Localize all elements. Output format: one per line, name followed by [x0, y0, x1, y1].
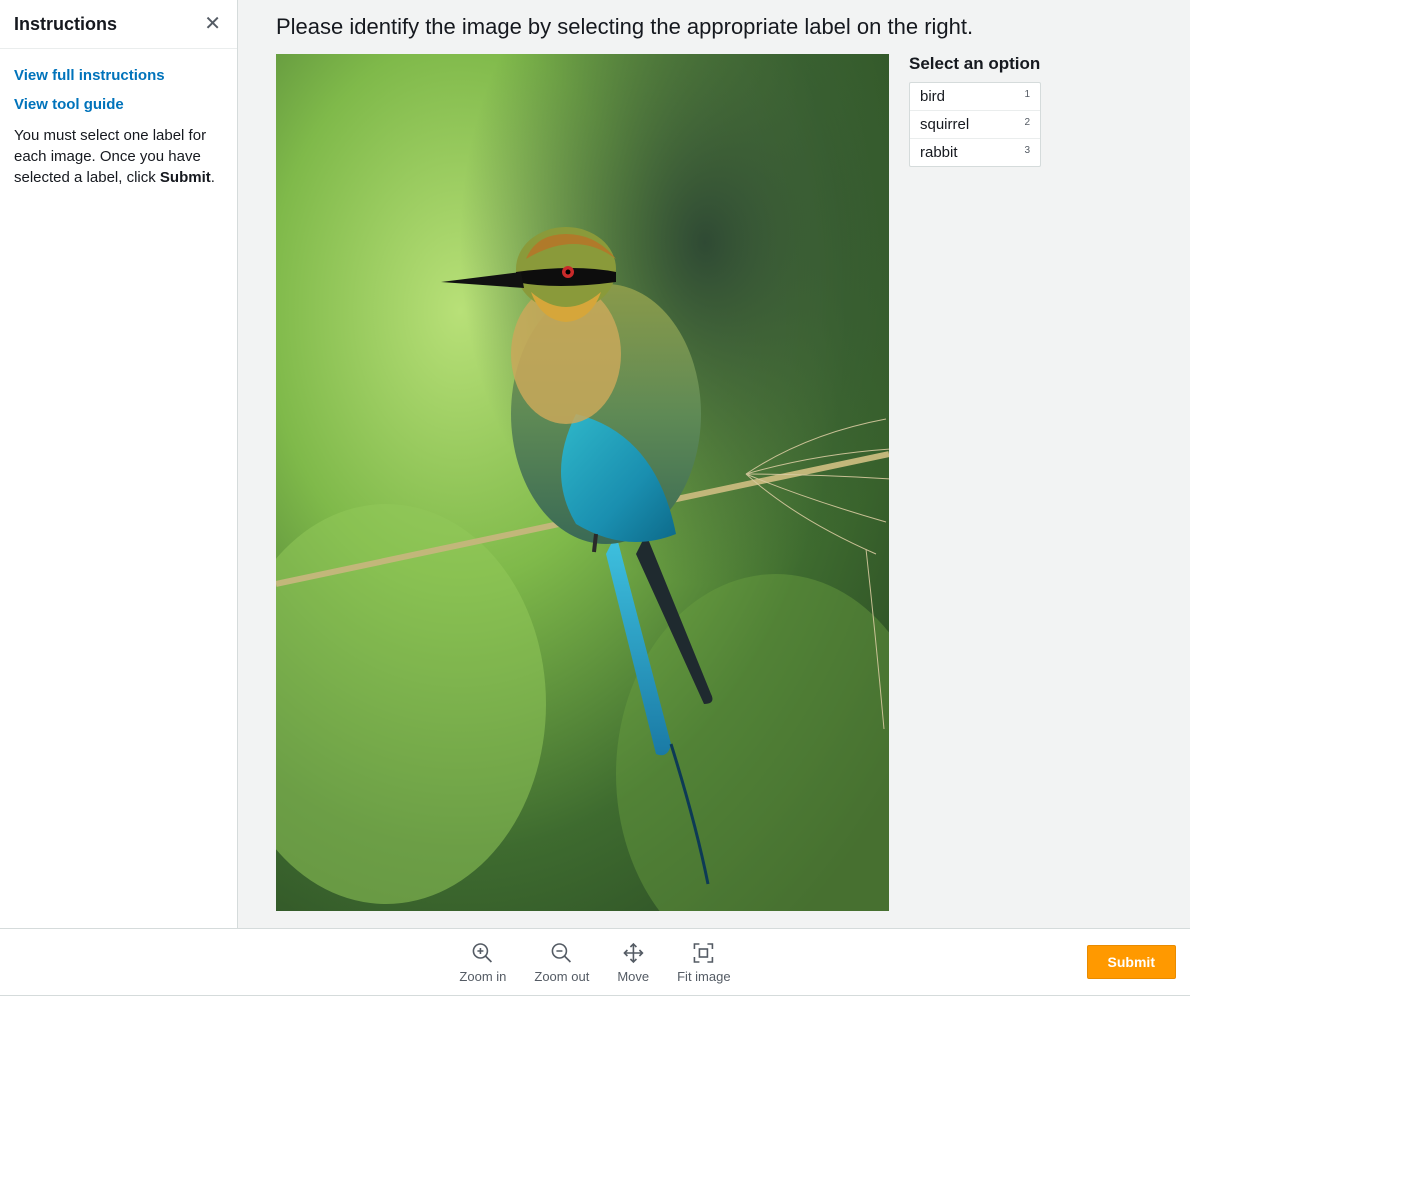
move-icon — [621, 941, 645, 965]
zoom-in-button[interactable]: Zoom in — [459, 941, 506, 984]
zoom-out-button[interactable]: Zoom out — [534, 941, 589, 984]
fit-image-icon — [692, 941, 716, 965]
move-button[interactable]: Move — [617, 941, 649, 984]
option-squirrel[interactable]: squirrel 2 — [910, 110, 1040, 138]
view-tool-guide-link[interactable]: View tool guide — [14, 96, 223, 113]
close-icon[interactable]: ✕ — [202, 12, 223, 36]
submit-button[interactable]: Submit — [1087, 945, 1176, 979]
view-full-instructions-link[interactable]: View full instructions — [14, 67, 223, 84]
zoom-out-icon — [550, 941, 574, 965]
instructions-title: Instructions — [14, 14, 117, 35]
options-title: Select an option — [909, 54, 1041, 74]
task-heading: Please identify the image by selecting t… — [276, 14, 1168, 40]
instructions-sidebar: Instructions ✕ View full instructions Vi… — [0, 0, 238, 928]
task-image[interactable] — [276, 54, 889, 911]
instructions-body: You must select one label for each image… — [14, 125, 223, 188]
footer-toolbar: Zoom in Zoom out Move — [0, 928, 1190, 995]
option-label: bird — [920, 88, 945, 105]
option-label: rabbit — [920, 144, 958, 161]
zoom-in-icon — [471, 941, 495, 965]
option-hotkey: 2 — [1024, 117, 1030, 128]
options-list: bird 1 squirrel 2 rabbit 3 — [909, 82, 1041, 167]
option-hotkey: 1 — [1024, 89, 1030, 100]
option-hotkey: 3 — [1024, 145, 1030, 156]
option-label: squirrel — [920, 116, 969, 133]
option-bird[interactable]: bird 1 — [910, 83, 1040, 110]
fit-image-button[interactable]: Fit image — [677, 941, 730, 984]
options-panel: Select an option bird 1 squirrel 2 rabbi… — [909, 54, 1041, 167]
option-rabbit[interactable]: rabbit 3 — [910, 138, 1040, 166]
main-panel: Please identify the image by selecting t… — [238, 0, 1190, 928]
